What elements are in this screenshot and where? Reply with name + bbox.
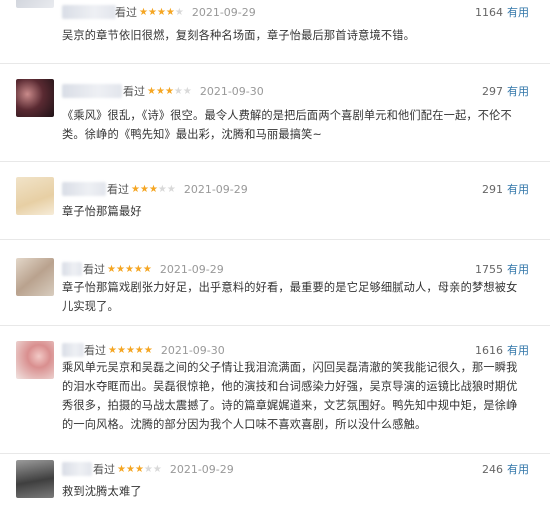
- review-meta: 看过 ★★★★★ 2021-09-29: [115, 5, 256, 20]
- review-date: 2021-09-30: [199, 84, 264, 98]
- star-icon: ★: [115, 263, 125, 275]
- useful-button[interactable]: 有用: [507, 4, 529, 20]
- review-meta: 看过 ★★★★★ 2021-09-30: [123, 84, 264, 99]
- review-text: 《乘风》很乱，《诗》很空。最令人费解的是把后面两个喜剧单元和他们配在一起，不伦不…: [62, 109, 512, 141]
- star-icon: ★: [164, 85, 174, 97]
- star-icon: ★: [131, 183, 140, 195]
- avatar[interactable]: [16, 177, 54, 215]
- review-text: 章子怡那篇最好: [62, 205, 142, 218]
- vote-area: 297 有用: [482, 83, 529, 99]
- review-text: 吴京的章节依旧很燃，复刻各种名场面，章子怡最后那首诗意境不错。: [62, 29, 416, 42]
- review-item: 看过 ★★★★★ 2021-09-29 1164 有用 吴京的章节依旧很燃，复刻…: [0, 0, 550, 64]
- review-meta: 看过 ★★★★★ 2021-09-29: [83, 262, 224, 277]
- watched-label: 看过: [107, 183, 129, 196]
- vote-count: 291: [482, 182, 503, 196]
- vote-count: 1164: [475, 5, 503, 19]
- star-icon: ★: [143, 344, 153, 356]
- star-icon: ★: [148, 183, 158, 195]
- star-icon: ★: [174, 6, 184, 18]
- star-icon: ★: [157, 183, 167, 195]
- star-icon: ★: [125, 463, 135, 475]
- star-icon: ★: [182, 85, 192, 97]
- vote-area: 1616 有用: [475, 342, 529, 358]
- avatar[interactable]: [16, 79, 54, 117]
- star-icon: ★: [147, 6, 157, 18]
- avatar[interactable]: [16, 460, 54, 498]
- username-blurred[interactable]: [62, 5, 116, 19]
- star-icon: ★: [125, 344, 135, 356]
- star-icon: ★: [107, 263, 116, 275]
- vote-count: 297: [482, 84, 503, 98]
- star-icon: ★: [155, 85, 165, 97]
- star-icon: ★: [156, 6, 166, 18]
- star-rating: ★★★★★: [131, 184, 176, 195]
- username-blurred[interactable]: [62, 182, 106, 196]
- avatar[interactable]: [16, 0, 54, 8]
- vote-area: 1755 有用: [475, 261, 529, 277]
- vote-count: 1616: [475, 343, 503, 357]
- vote-area: 1164 有用: [475, 4, 529, 20]
- review-text: 章子怡那篇戏剧张力好足，出乎意料的好看，最重要的是它足够细腻动人，母亲的梦想被女…: [62, 281, 518, 313]
- star-rating: ★★★★★: [147, 86, 192, 97]
- star-icon: ★: [142, 263, 152, 275]
- username-blurred[interactable]: [62, 343, 84, 357]
- useful-button[interactable]: 有用: [507, 261, 529, 277]
- useful-button[interactable]: 有用: [507, 83, 529, 99]
- star-icon: ★: [134, 344, 144, 356]
- review-item: 看过 ★★★★★ 2021-09-29 246 有用 救到沈腾太难了: [0, 454, 550, 517]
- review-item: 看过 ★★★★★ 2021-09-30 1616 有用 乘风单元吴京和吴磊之间的…: [0, 326, 550, 454]
- useful-button[interactable]: 有用: [507, 461, 529, 477]
- star-rating: ★★★★★: [139, 7, 184, 18]
- star-icon: ★: [133, 263, 143, 275]
- star-icon: ★: [139, 183, 149, 195]
- short-review-list: 看过 ★★★★★ 2021-09-29 1164 有用 吴京的章节依旧很燃，复刻…: [0, 0, 550, 517]
- vote-area: 291 有用: [482, 181, 529, 197]
- star-icon: ★: [108, 344, 117, 356]
- useful-button[interactable]: 有用: [507, 181, 529, 197]
- star-icon: ★: [152, 463, 162, 475]
- star-icon: ★: [166, 183, 176, 195]
- watched-label: 看过: [84, 344, 106, 357]
- useful-button[interactable]: 有用: [507, 342, 529, 358]
- watched-label: 看过: [93, 463, 115, 476]
- username-blurred[interactable]: [62, 262, 82, 276]
- avatar[interactable]: [16, 341, 54, 379]
- review-item: 看过 ★★★★★ 2021-09-29 1755 有用 章子怡那篇戏剧张力好足，…: [0, 240, 550, 326]
- star-icon: ★: [143, 463, 153, 475]
- star-icon: ★: [117, 463, 126, 475]
- avatar[interactable]: [16, 258, 54, 296]
- review-date: 2021-09-29: [183, 182, 248, 196]
- vote-area: 246 有用: [482, 461, 529, 477]
- review-date: 2021-09-29: [169, 462, 234, 476]
- vote-count: 246: [482, 462, 503, 476]
- review-item: 看过 ★★★★★ 2021-09-30 297 有用 《乘风》很乱，《诗》很空。…: [0, 64, 550, 162]
- watched-label: 看过: [123, 85, 145, 98]
- vote-count: 1755: [475, 262, 503, 276]
- star-icon: ★: [139, 6, 148, 18]
- watched-label: 看过: [83, 263, 105, 276]
- star-icon: ★: [134, 463, 144, 475]
- star-icon: ★: [124, 263, 134, 275]
- review-meta: 看过 ★★★★★ 2021-09-29: [93, 462, 234, 477]
- review-date: 2021-09-29: [159, 262, 224, 276]
- review-text: 乘风单元吴京和吴磊之间的父子情让我泪流满面，闪回吴磊清澈的笑我能记很久，那一瞬我…: [62, 361, 518, 431]
- review-meta: 看过 ★★★★★ 2021-09-29: [107, 182, 248, 197]
- username-blurred[interactable]: [62, 84, 122, 98]
- review-item: 看过 ★★★★★ 2021-09-29 291 有用 章子怡那篇最好: [0, 162, 550, 240]
- review-meta: 看过 ★★★★★ 2021-09-30: [84, 343, 225, 358]
- star-icon: ★: [147, 85, 156, 97]
- star-icon: ★: [165, 6, 175, 18]
- star-icon: ★: [116, 344, 126, 356]
- star-rating: ★★★★★: [108, 345, 153, 356]
- watched-label: 看过: [115, 6, 137, 19]
- review-date: 2021-09-29: [191, 5, 256, 19]
- username-blurred[interactable]: [62, 462, 92, 476]
- review-text: 救到沈腾太难了: [62, 485, 142, 498]
- star-rating: ★★★★★: [107, 264, 152, 275]
- star-icon: ★: [173, 85, 183, 97]
- review-date: 2021-09-30: [160, 343, 225, 357]
- star-rating: ★★★★★: [117, 464, 162, 475]
